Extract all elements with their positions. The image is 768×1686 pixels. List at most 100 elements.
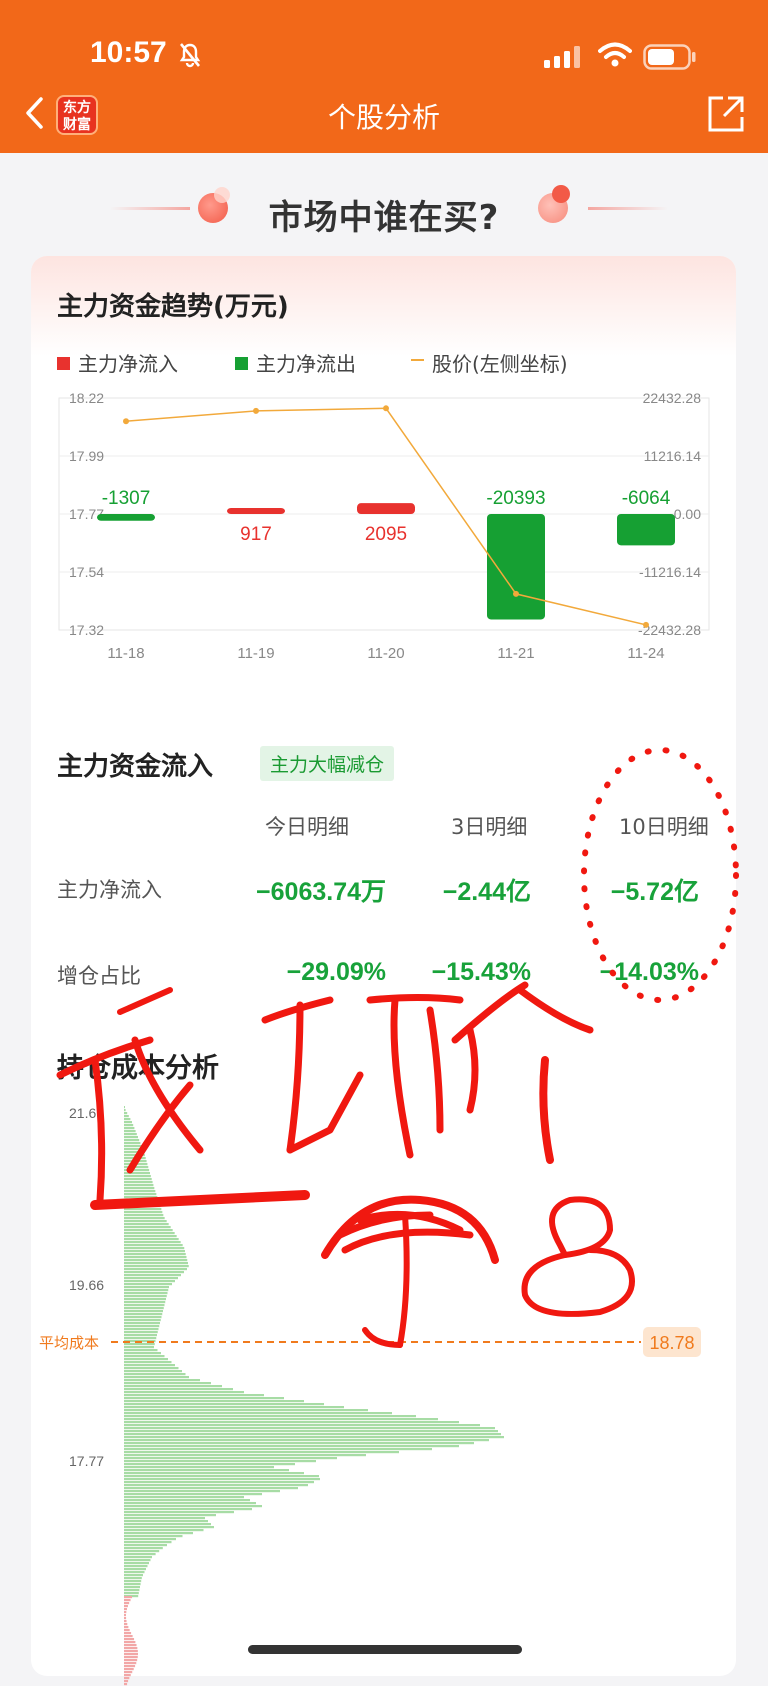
cost-bar-profit	[124, 1157, 146, 1160]
cost-bar-profit	[124, 1199, 159, 1202]
cost-bar-profit	[124, 1310, 163, 1313]
cost-bar-profit	[124, 1391, 244, 1394]
cost-bar-profit	[124, 1565, 148, 1568]
cost-bar-profit	[124, 1364, 175, 1367]
cost-bar-loss	[124, 1650, 138, 1653]
section-title: 市场中谁在买?	[268, 198, 500, 238]
cost-bar-profit	[124, 1118, 131, 1121]
cost-bar-profit	[124, 1385, 222, 1388]
cost-bar-profit	[124, 1307, 164, 1310]
cost-bar-profit	[124, 1580, 142, 1583]
cost-bar-profit	[124, 1532, 193, 1535]
cost-bar-profit	[124, 1544, 167, 1547]
cost-bar-profit	[124, 1421, 459, 1424]
cost-bar-profit	[124, 1472, 304, 1475]
ratio-today: −29.09%	[286, 958, 386, 986]
cost-bar-profit	[124, 1436, 504, 1439]
cost-bar-profit	[124, 1286, 169, 1289]
cost-bar-loss	[124, 1662, 137, 1665]
cost-bar-profit	[124, 1268, 187, 1271]
y-tick-right: 0.00	[674, 506, 701, 522]
cost-bar-loss	[124, 1602, 130, 1605]
cost-bar-profit	[124, 1211, 163, 1214]
cost-bar-profit	[124, 1163, 148, 1166]
price-line	[125, 407, 647, 626]
cost-bar-profit	[124, 1406, 344, 1409]
cost-bar-profit	[124, 1331, 158, 1334]
bar	[227, 508, 285, 514]
netflow-3day: −2.44亿	[442, 878, 531, 906]
cost-bar-profit	[124, 1463, 295, 1466]
cost-bar-profit	[124, 1553, 156, 1556]
cost-bar-profit	[124, 1568, 146, 1571]
cost-bar-profit	[124, 1430, 498, 1433]
legend-swatch-line	[411, 358, 424, 361]
col-today: 今日明细	[265, 815, 349, 839]
cost-bar-profit	[124, 1520, 208, 1523]
cost-bar-profit	[124, 1493, 262, 1496]
cost-bar-profit	[124, 1529, 204, 1532]
bar-value-label: -20393	[486, 488, 545, 509]
cost-bar-profit	[124, 1424, 480, 1427]
cost-bar-profit	[124, 1109, 126, 1112]
cost-bar-profit	[124, 1403, 324, 1406]
cost-bar-profit	[124, 1325, 160, 1328]
cost-bar-loss	[124, 1656, 138, 1659]
cost-bar-loss	[124, 1653, 138, 1656]
cost-bar-profit	[124, 1418, 438, 1421]
cost-bar-profit	[124, 1574, 143, 1577]
cost-bar-profit	[124, 1526, 214, 1529]
y-tick-left: 17.99	[69, 448, 104, 464]
cost-bar-profit	[124, 1550, 160, 1553]
cost-bar-profit	[124, 1349, 158, 1352]
row-label-netflow: 主力净流入	[57, 878, 162, 902]
cost-bar-profit	[124, 1274, 181, 1277]
cost-bar-profit	[124, 1535, 183, 1538]
bar	[97, 514, 155, 521]
holding-title: 持仓成本分析	[57, 1053, 219, 1084]
bar-value-label: 917	[240, 524, 272, 545]
y-tick-right: 22432.28	[643, 390, 702, 406]
cost-bar-profit	[124, 1172, 150, 1175]
cost-bar-profit	[124, 1244, 183, 1247]
cost-bar-profit	[124, 1154, 145, 1157]
cost-bar-loss	[124, 1620, 127, 1623]
cost-bar-profit	[124, 1256, 187, 1259]
cost-bar-profit	[124, 1451, 399, 1454]
share-icon[interactable]	[707, 95, 745, 133]
cost-bar-profit	[124, 1409, 368, 1412]
bar-value-label: -1307	[102, 488, 151, 509]
col-10day: 10日明细	[619, 815, 709, 839]
x-tick-label: 11-19	[237, 645, 274, 662]
cost-bar-loss	[124, 1644, 137, 1647]
cost-bar-loss	[124, 1674, 131, 1677]
price-point	[123, 418, 129, 425]
page-title: 个股分析	[327, 101, 440, 134]
cost-y-tick: 19.66	[69, 1277, 104, 1293]
cost-bar-profit	[124, 1304, 165, 1307]
cost-bar-profit	[124, 1478, 320, 1481]
cost-bar-profit	[124, 1454, 366, 1457]
cost-bar-profit	[124, 1370, 182, 1373]
flow-title: 主力资金流入	[57, 752, 214, 782]
cost-bar-profit	[124, 1397, 284, 1400]
cost-y-tick: 21.6	[69, 1105, 96, 1121]
cost-bar-loss	[124, 1638, 135, 1641]
cellular-signal-icon	[544, 46, 580, 68]
legend-outflow: 主力净流出	[235, 348, 356, 377]
cost-bar-loss	[124, 1671, 133, 1674]
cost-bar-profit	[124, 1382, 211, 1385]
y-tick-right: -11216.14	[639, 564, 701, 580]
cost-bar-profit	[124, 1355, 165, 1358]
x-tick-label: 11-21	[497, 645, 534, 662]
cost-bar-profit	[124, 1133, 137, 1136]
cost-bar-loss	[124, 1596, 133, 1599]
flow-badge: 主力大幅减仓	[260, 746, 395, 781]
y-tick-right: 11216.14	[644, 448, 702, 464]
cost-bar-profit	[124, 1487, 298, 1490]
cost-bar-profit	[124, 1292, 168, 1295]
cost-bar-profit	[124, 1223, 169, 1226]
price-point	[643, 621, 649, 628]
cost-bar-profit	[124, 1337, 157, 1340]
cost-bar-profit	[124, 1592, 139, 1595]
